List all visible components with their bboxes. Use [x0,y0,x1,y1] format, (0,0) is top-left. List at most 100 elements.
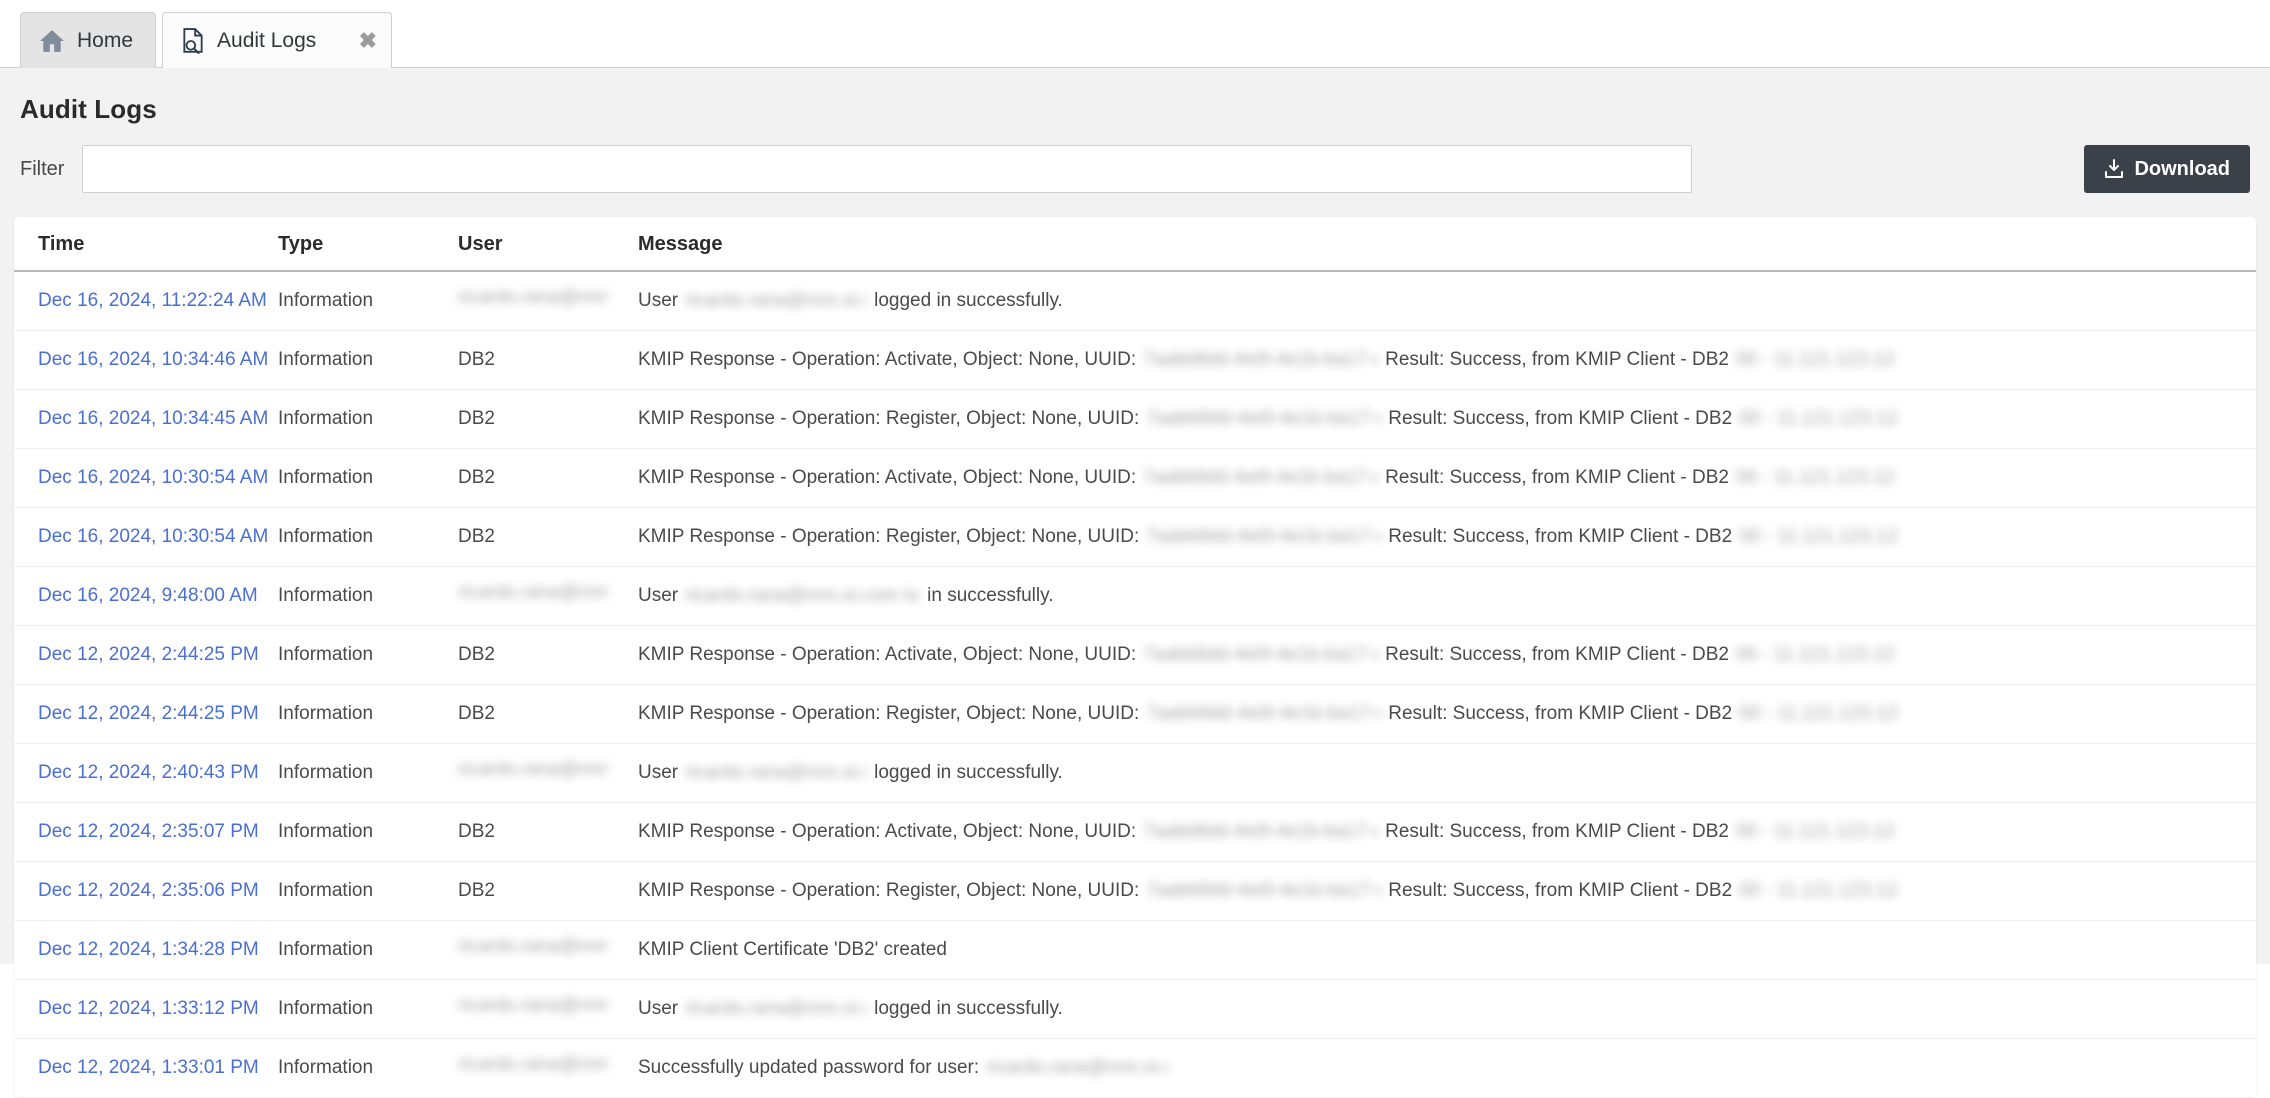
cell-message: User ricardo.rana@nnn.oi.com logged in suc… [628,744,2256,803]
cell-user: ricardo.rana@nnn [448,744,628,803]
cell-message: KMIP Response - Operation: Register, Obj… [628,862,2256,921]
redacted-text: ricardo.rana@nnn.oi.com [986,1057,1168,1079]
cell-time: Dec 12, 2024, 1:33:12 PM [14,980,268,1039]
column-header-message[interactable]: Message [628,217,2256,271]
table-row[interactable]: Dec 12, 2024, 1:33:12 PMInformationricar… [14,980,2256,1039]
table-row[interactable]: Dec 16, 2024, 11:22:24 AMInformationrica… [14,271,2256,331]
table-row[interactable]: Dec 16, 2024, 9:48:00 AMInformationricar… [14,567,2256,626]
cell-message: KMIP Response - Operation: Register, Obj… [628,685,2256,744]
table-row[interactable]: Dec 16, 2024, 10:34:45 AMInformationDB2K… [14,390,2256,449]
redacted-text: 7aabb8dd-4e0l-4e1b-ba17-cad6868d7710 [1146,880,1381,902]
log-time-link[interactable]: Dec 16, 2024, 10:30:54 AM [38,526,268,547]
log-time-link[interactable]: Dec 12, 2024, 2:44:25 PM [38,644,259,665]
message-text: KMIP Response - Operation: Register, Obj… [638,880,1139,902]
table-row[interactable]: Dec 16, 2024, 10:30:54 AMInformationDB2K… [14,508,2256,567]
page-title: Audit Logs [0,68,2270,125]
home-icon [39,29,65,53]
message-text: Result: Success, from KMIP Client - DB2 [1385,821,1729,843]
log-time-link[interactable]: Dec 12, 2024, 2:44:25 PM [38,703,259,724]
log-time-link[interactable]: Dec 12, 2024, 1:33:01 PM [38,1057,259,1078]
table-row[interactable]: Dec 12, 2024, 1:34:28 PM Informationricar… [14,921,2256,980]
cell-user: ricardo.rana@nnn [448,271,628,331]
redacted-text: 7aabb8dd-4e0l-4e1b-ba17-cad6868d7710 [1143,821,1378,843]
cell-type: Information [268,685,448,744]
table-body: Dec 16, 2024, 11:22:24 AMInformationrica… [14,271,2256,1098]
cell-message: KMIP Response - Operation: Register, Obj… [628,508,2256,567]
log-time-link[interactable]: Dec 12, 2024, 1:34:28 PM [38,939,259,960]
log-time-link[interactable]: Dec 16, 2024, 11:22:24 AM [38,290,267,311]
table-row[interactable]: Dec 12, 2024, 2:44:25 PM InformationDB2 KM… [14,626,2256,685]
tab-audit-logs[interactable]: Audit Logs ✖ [162,12,392,68]
message-text: Result: Success, from KMIP Client - DB2 [1388,703,1732,725]
message-text: KMIP Response - Operation: Register, Obj… [638,408,1139,430]
log-time-link[interactable]: Dec 12, 2024, 2:35:07 PM [38,821,259,842]
tab-bar: Home Audit Logs ✖ [0,0,2270,68]
message-text: User [638,585,678,607]
message-text: Successfully updated password for user: [638,1057,979,1079]
cell-user: DB2 [448,626,628,685]
column-header-type[interactable]: Type [268,217,448,271]
cell-message: Userricardo.rana@nnn.oi.comlogged in suc… [628,271,2256,331]
redacted-text: ricardo.rana@nnn.oi.com [685,762,867,784]
message-text: Result: Success, from KMIP Client - DB2 [1385,467,1729,489]
table-row[interactable]: Dec 16, 2024, 10:30:54 AMInformationDB2K… [14,449,2256,508]
log-time-link[interactable]: Dec 12, 2024, 2:40:43 PM [38,762,259,783]
download-button[interactable]: Download [2084,145,2250,193]
redacted-text: ricardo.rana@nnn.oi.com logged [685,585,920,607]
message-text: Result: Success, from KMIP Client - DB2 [1385,644,1729,666]
cell-type: Information [268,331,448,390]
cell-message: KMIP Response - Operation: Register, Obj… [628,390,2256,449]
cell-time: Dec 16, 2024, 9:48:00 AM [14,567,268,626]
page-body: Audit Logs Filter Download Time Type Use… [0,68,2270,964]
cell-message: KMIP Client Certificate 'DB2' created [628,921,2256,980]
cell-message: Successfully updated password for user: r… [628,1039,2256,1098]
table-row[interactable]: Dec 12, 2024, 2:35:07 PMInformationDB2KM… [14,803,2256,862]
cell-user: DB2 [448,390,628,449]
redacted-text: 7aabb8dd-4e0l-4e1b-ba17-cad6868d7710 [1143,644,1378,666]
cell-message: Userricardo.rana@nnn.oi.comlogged in suc… [628,980,2256,1039]
table-row[interactable]: Dec 12, 2024, 2:44:25 PMInformationDB2KM… [14,685,2256,744]
message-text: logged in successfully. [874,762,1063,784]
filter-toolbar: Filter Download [0,125,2270,193]
table-row[interactable]: Dec 12, 2024, 1:33:01 PMInformationricar… [14,1039,2256,1098]
file-search-icon [181,28,205,54]
log-time-link[interactable]: Dec 16, 2024, 9:48:00 AM [38,585,258,606]
redacted-user: ricardo.rana@nnn [458,1054,608,1076]
cell-message: KMIP Response - Operation: Activate, Obj… [628,803,2256,862]
redacted-text: 00 - 11.121.123.123 (123) [1736,821,1896,843]
cell-time: Dec 12, 2024, 2:35:06 PM [14,862,268,921]
redacted-user: ricardo.rana@nnn [458,759,608,781]
cell-type: Information [268,449,448,508]
cell-message: KMIP Response - Operation: Activate, Obj… [628,626,2256,685]
table-row[interactable]: Dec 16, 2024, 10:34:46 AMInformationDB2K… [14,331,2256,390]
tab-home[interactable]: Home [20,12,156,68]
cell-message: KMIP Response - Operation: Activate, Obj… [628,449,2256,508]
download-button-label: Download [2134,158,2230,181]
message-text: KMIP Client Certificate 'DB2' created [638,939,947,961]
cell-type: Information [268,921,448,980]
message-text: KMIP Response - Operation: Activate, Obj… [638,644,1136,666]
message-text: User [638,290,678,312]
redacted-text: 00 - 11.121.123.123 (123) [1736,644,1896,666]
redacted-text: 7aabb8dd-4e0l-4e1b-ba17-cad6868d7710 [1143,467,1378,489]
cell-time: Dec 12, 2024, 1:34:28 PM [14,921,268,980]
table-row[interactable]: Dec 12, 2024, 2:35:06 PMInformationDB2KM… [14,862,2256,921]
download-icon [2104,159,2124,179]
cell-type: Information [268,626,448,685]
log-time-link[interactable]: Dec 16, 2024, 10:30:54 AM [38,467,268,488]
table-row[interactable]: Dec 12, 2024, 2:40:43 PMInformationricar… [14,744,2256,803]
column-header-user[interactable]: User [448,217,628,271]
cell-user: ricardo.rana@nnn [448,921,628,980]
message-text: User [638,762,678,784]
column-header-time[interactable]: Time [14,217,268,271]
close-icon[interactable]: ✖ [319,30,377,52]
log-time-link[interactable]: Dec 12, 2024, 2:35:06 PM [38,880,259,901]
redacted-text: 00 - 11.121.123.123 (123) [1739,880,1899,902]
log-time-link[interactable]: Dec 16, 2024, 10:34:45 AM [38,408,268,429]
filter-label: Filter [20,158,82,181]
table-head: Time Type User Message [14,217,2256,271]
audit-log-table-container: Time Type User Message Dec 16, 2024, 11:… [14,217,2256,1098]
log-time-link[interactable]: Dec 12, 2024, 1:33:12 PM [38,998,259,1019]
log-time-link[interactable]: Dec 16, 2024, 10:34:46 AM [38,349,268,370]
filter-input[interactable] [82,145,1692,193]
